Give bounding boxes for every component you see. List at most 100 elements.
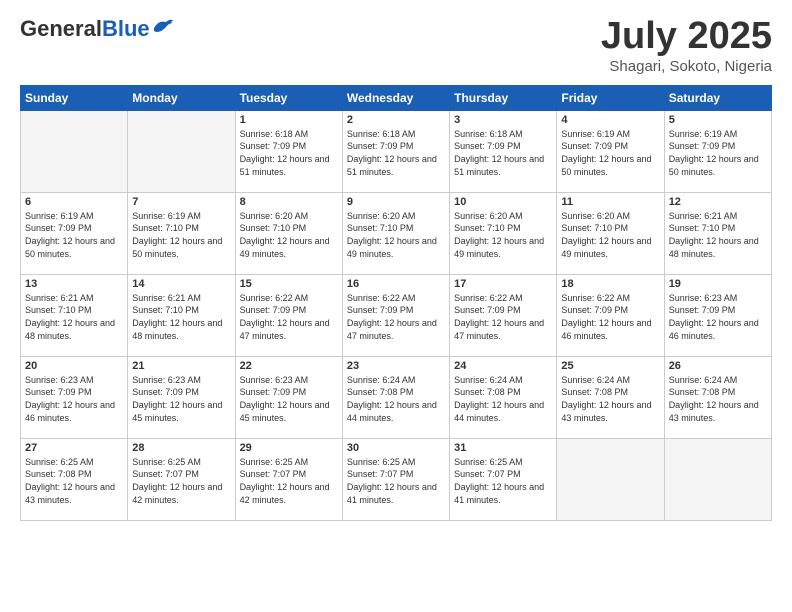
day-info: Sunrise: 6:20 AM Sunset: 7:10 PM Dayligh…: [240, 210, 338, 260]
calendar-cell: 14 Sunrise: 6:21 AM Sunset: 7:10 PM Dayli…: [128, 274, 235, 356]
calendar-cell: 2Sunrise: 6:18 AM Sunset: 7:09 PM Daylig…: [342, 110, 449, 192]
day-info: Sunrise: 6:18 AM Sunset: 7:09 PM Dayligh…: [454, 128, 552, 178]
calendar-cell: 31 Sunrise: 6:25 AM Sunset: 7:07 PM Dayli…: [450, 438, 557, 520]
day-number: 29: [240, 442, 338, 454]
day-number: 4: [561, 114, 659, 126]
day-number: 30: [347, 442, 445, 454]
calendar-cell: 7Sunrise: 6:19 AM Sunset: 7:10 PM Daylig…: [128, 192, 235, 274]
title-block: July 2025 Shagari, Sokoto, Nigeria: [601, 16, 772, 75]
calendar-cell: 10 Sunrise: 6:20 AM Sunset: 7:10 PM Dayli…: [450, 192, 557, 274]
calendar-cell: 4 Sunrise: 6:19 AM Sunset: 7:09 PM Daylig…: [557, 110, 664, 192]
calendar-cell: 18 Sunrise: 6:22 AM Sunset: 7:09 PM Dayli…: [557, 274, 664, 356]
day-info: Sunrise: 6:23 AM Sunset: 7:09 PM Dayligh…: [25, 374, 123, 424]
logo-blue: Blue: [102, 16, 150, 41]
calendar-week-5: 27Sunrise: 6:25 AM Sunset: 7:08 PM Dayli…: [21, 438, 772, 520]
day-number: 20: [25, 360, 123, 372]
day-info: Sunrise: 6:25 AM Sunset: 7:08 PM Dayligh…: [25, 456, 123, 506]
calendar-cell: [21, 110, 128, 192]
day-info: Sunrise: 6:20 AM Sunset: 7:10 PM Dayligh…: [347, 210, 445, 260]
calendar-week-1: 1 Sunrise: 6:18 AM Sunset: 7:09 PM Daylig…: [21, 110, 772, 192]
day-number: 21: [132, 360, 230, 372]
calendar-cell: 24 Sunrise: 6:24 AM Sunset: 7:08 PM Dayli…: [450, 356, 557, 438]
day-info: Sunrise: 6:22 AM Sunset: 7:09 PM Dayligh…: [454, 292, 552, 342]
calendar-cell: 19Sunrise: 6:23 AM Sunset: 7:09 PM Dayli…: [664, 274, 771, 356]
calendar-cell: 3 Sunrise: 6:18 AM Sunset: 7:09 PM Daylig…: [450, 110, 557, 192]
calendar-cell: 15Sunrise: 6:22 AM Sunset: 7:09 PM Dayli…: [235, 274, 342, 356]
day-number: 17: [454, 278, 552, 290]
day-number: 3: [454, 114, 552, 126]
month-title: July 2025: [601, 16, 772, 58]
day-number: 13: [25, 278, 123, 290]
day-number: 25: [561, 360, 659, 372]
day-number: 10: [454, 196, 552, 208]
day-info: Sunrise: 6:24 AM Sunset: 7:08 PM Dayligh…: [347, 374, 445, 424]
calendar-cell: [557, 438, 664, 520]
day-number: 15: [240, 278, 338, 290]
calendar-table: SundayMondayTuesdayWednesdayThursdayFrid…: [20, 85, 772, 521]
calendar-cell: 26Sunrise: 6:24 AM Sunset: 7:08 PM Dayli…: [664, 356, 771, 438]
calendar-cell: 16Sunrise: 6:22 AM Sunset: 7:09 PM Dayli…: [342, 274, 449, 356]
weekday-header-wednesday: Wednesday: [342, 85, 449, 110]
day-info: Sunrise: 6:23 AM Sunset: 7:09 PM Dayligh…: [669, 292, 767, 342]
day-number: 8: [240, 196, 338, 208]
calendar-cell: 1 Sunrise: 6:18 AM Sunset: 7:09 PM Daylig…: [235, 110, 342, 192]
header: GeneralBlue July 2025 Shagari, Sokoto, N…: [20, 16, 772, 75]
calendar-cell: 25 Sunrise: 6:24 AM Sunset: 7:08 PM Dayli…: [557, 356, 664, 438]
day-info: Sunrise: 6:18 AM Sunset: 7:09 PM Dayligh…: [240, 128, 338, 178]
calendar-week-2: 6Sunrise: 6:19 AM Sunset: 7:09 PM Daylig…: [21, 192, 772, 274]
day-number: 11: [561, 196, 659, 208]
weekday-header-saturday: Saturday: [664, 85, 771, 110]
calendar-cell: 13 Sunrise: 6:21 AM Sunset: 7:10 PM Dayli…: [21, 274, 128, 356]
calendar-cell: 12 Sunrise: 6:21 AM Sunset: 7:10 PM Dayli…: [664, 192, 771, 274]
day-info: Sunrise: 6:24 AM Sunset: 7:08 PM Dayligh…: [669, 374, 767, 424]
day-number: 28: [132, 442, 230, 454]
day-info: Sunrise: 6:22 AM Sunset: 7:09 PM Dayligh…: [347, 292, 445, 342]
calendar-cell: 11 Sunrise: 6:20 AM Sunset: 7:10 PM Dayli…: [557, 192, 664, 274]
weekday-header-row: SundayMondayTuesdayWednesdayThursdayFrid…: [21, 85, 772, 110]
day-number: 6: [25, 196, 123, 208]
calendar-cell: 5Sunrise: 6:19 AM Sunset: 7:09 PM Daylig…: [664, 110, 771, 192]
day-number: 31: [454, 442, 552, 454]
day-info: Sunrise: 6:20 AM Sunset: 7:10 PM Dayligh…: [561, 210, 659, 260]
day-info: Sunrise: 6:19 AM Sunset: 7:09 PM Dayligh…: [561, 128, 659, 178]
calendar-cell: 27Sunrise: 6:25 AM Sunset: 7:08 PM Dayli…: [21, 438, 128, 520]
day-info: Sunrise: 6:20 AM Sunset: 7:10 PM Dayligh…: [454, 210, 552, 260]
day-number: 14: [132, 278, 230, 290]
calendar-cell: 9 Sunrise: 6:20 AM Sunset: 7:10 PM Daylig…: [342, 192, 449, 274]
day-number: 23: [347, 360, 445, 372]
day-info: Sunrise: 6:23 AM Sunset: 7:09 PM Dayligh…: [240, 374, 338, 424]
calendar-cell: 22Sunrise: 6:23 AM Sunset: 7:09 PM Dayli…: [235, 356, 342, 438]
day-info: Sunrise: 6:24 AM Sunset: 7:08 PM Dayligh…: [454, 374, 552, 424]
day-number: 18: [561, 278, 659, 290]
weekday-header-friday: Friday: [557, 85, 664, 110]
weekday-header-tuesday: Tuesday: [235, 85, 342, 110]
weekday-header-thursday: Thursday: [450, 85, 557, 110]
logo-text: GeneralBlue: [20, 16, 150, 42]
day-number: 1: [240, 114, 338, 126]
day-number: 24: [454, 360, 552, 372]
calendar-cell: 21 Sunrise: 6:23 AM Sunset: 7:09 PM Dayli…: [128, 356, 235, 438]
day-info: Sunrise: 6:23 AM Sunset: 7:09 PM Dayligh…: [132, 374, 230, 424]
calendar-cell: 8 Sunrise: 6:20 AM Sunset: 7:10 PM Daylig…: [235, 192, 342, 274]
day-info: Sunrise: 6:21 AM Sunset: 7:10 PM Dayligh…: [25, 292, 123, 342]
day-info: Sunrise: 6:25 AM Sunset: 7:07 PM Dayligh…: [240, 456, 338, 506]
weekday-header-sunday: Sunday: [21, 85, 128, 110]
day-number: 9: [347, 196, 445, 208]
day-info: Sunrise: 6:25 AM Sunset: 7:07 PM Dayligh…: [454, 456, 552, 506]
location: Shagari, Sokoto, Nigeria: [601, 58, 772, 75]
day-info: Sunrise: 6:19 AM Sunset: 7:10 PM Dayligh…: [132, 210, 230, 260]
day-info: Sunrise: 6:24 AM Sunset: 7:08 PM Dayligh…: [561, 374, 659, 424]
day-info: Sunrise: 6:21 AM Sunset: 7:10 PM Dayligh…: [669, 210, 767, 260]
calendar-cell: 29 Sunrise: 6:25 AM Sunset: 7:07 PM Dayli…: [235, 438, 342, 520]
day-info: Sunrise: 6:21 AM Sunset: 7:10 PM Dayligh…: [132, 292, 230, 342]
day-number: 2: [347, 114, 445, 126]
logo: GeneralBlue: [20, 16, 174, 42]
calendar-cell: 28 Sunrise: 6:25 AM Sunset: 7:07 PM Dayli…: [128, 438, 235, 520]
calendar-cell: 6Sunrise: 6:19 AM Sunset: 7:09 PM Daylig…: [21, 192, 128, 274]
day-number: 12: [669, 196, 767, 208]
calendar-week-4: 20 Sunrise: 6:23 AM Sunset: 7:09 PM Dayli…: [21, 356, 772, 438]
day-info: Sunrise: 6:22 AM Sunset: 7:09 PM Dayligh…: [561, 292, 659, 342]
logo-bird-icon: [152, 18, 174, 36]
day-info: Sunrise: 6:25 AM Sunset: 7:07 PM Dayligh…: [132, 456, 230, 506]
calendar-cell: 20 Sunrise: 6:23 AM Sunset: 7:09 PM Dayli…: [21, 356, 128, 438]
